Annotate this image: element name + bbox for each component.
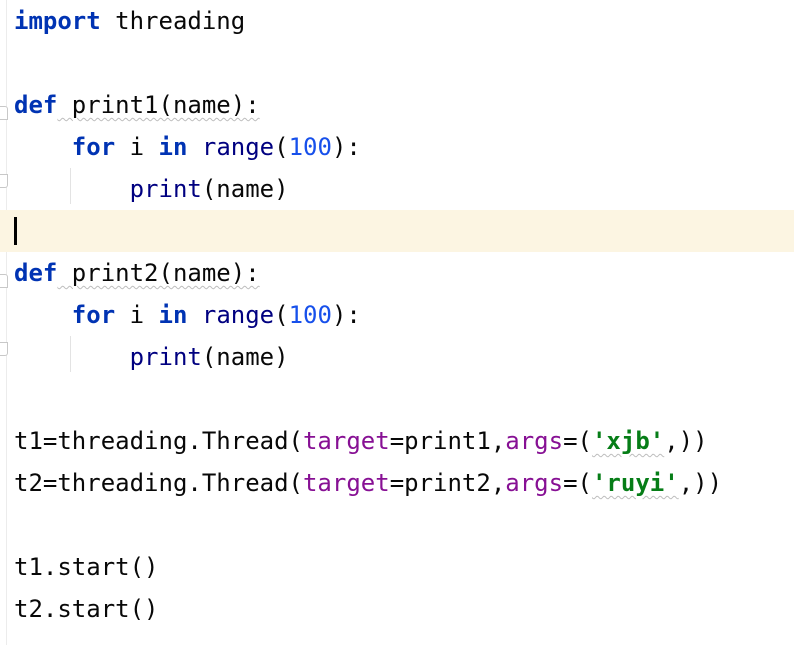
code-token: range bbox=[201, 301, 275, 329]
code-token: =( bbox=[563, 469, 592, 497]
code-token: t2.start() bbox=[14, 595, 159, 623]
code-line[interactable]: print(name) bbox=[0, 336, 794, 378]
code-token: for bbox=[71, 301, 116, 329]
code-token: ,)) bbox=[664, 427, 708, 455]
code-token: def bbox=[14, 259, 58, 287]
code-line[interactable]: for i in range(100): bbox=[0, 294, 794, 336]
code-line-text: import threading bbox=[14, 0, 245, 42]
code-token: def bbox=[14, 91, 58, 119]
code-token: print1(name): bbox=[57, 91, 260, 119]
code-token: 100 bbox=[288, 133, 332, 161]
code-token: =print2, bbox=[389, 469, 506, 497]
code-line-text: t1=threading.Thread(target=print1,args=(… bbox=[14, 420, 708, 462]
code-token: i bbox=[115, 133, 159, 161]
code-token: t1.start() bbox=[14, 553, 159, 581]
code-token: print bbox=[129, 175, 202, 203]
code-token: target bbox=[302, 427, 390, 455]
code-token: (name) bbox=[201, 343, 289, 371]
code-token: ): bbox=[331, 133, 361, 161]
code-line-text: t2.start() bbox=[14, 588, 159, 630]
code-line[interactable]: for i in range(100): bbox=[0, 126, 794, 168]
fold-open-icon[interactable] bbox=[0, 274, 8, 288]
text-caret bbox=[14, 217, 17, 245]
code-token: print2(name): bbox=[57, 259, 260, 287]
code-line[interactable]: import threading bbox=[0, 0, 794, 42]
code-token: =print1, bbox=[389, 427, 506, 455]
fold-close-icon[interactable] bbox=[0, 174, 8, 188]
code-token: print bbox=[129, 343, 202, 371]
code-token: ): bbox=[331, 301, 361, 329]
fold-close-icon[interactable] bbox=[0, 342, 8, 356]
code-token: ,)) bbox=[678, 469, 723, 497]
code-editor[interactable]: import threading def print1(name): for i … bbox=[0, 0, 794, 645]
fold-open-icon[interactable] bbox=[0, 106, 8, 120]
code-line[interactable]: t1.start() bbox=[0, 546, 794, 588]
code-token: range bbox=[201, 133, 275, 161]
code-token: t1=threading.Thread( bbox=[14, 427, 303, 455]
code-line[interactable]: t2=threading.Thread(target=print2,args=(… bbox=[0, 462, 794, 504]
code-token: for bbox=[71, 133, 116, 161]
code-line[interactable] bbox=[0, 42, 794, 84]
code-line-text: def print2(name): bbox=[14, 252, 260, 294]
code-line-text: t2=threading.Thread(target=print2,args=(… bbox=[14, 462, 722, 504]
code-token: threading bbox=[100, 7, 246, 35]
code-token: args bbox=[505, 469, 564, 497]
code-line-text: print(name) bbox=[14, 336, 289, 378]
code-line[interactable] bbox=[0, 210, 794, 252]
code-line[interactable] bbox=[0, 378, 794, 420]
code-token: i bbox=[115, 301, 159, 329]
code-line-text: for i in range(100): bbox=[14, 294, 361, 336]
code-token: 'xjb' bbox=[591, 427, 665, 455]
code-token: t2=threading.Thread( bbox=[14, 469, 303, 497]
code-token: ( bbox=[274, 133, 289, 161]
code-line-text: t1.start() bbox=[14, 546, 159, 588]
code-token: ( bbox=[274, 301, 289, 329]
code-token: (name) bbox=[201, 175, 289, 203]
code-token: target bbox=[302, 469, 390, 497]
code-line[interactable]: def print1(name): bbox=[0, 84, 794, 126]
code-token: 100 bbox=[288, 301, 332, 329]
code-token: in bbox=[158, 301, 188, 329]
code-token: =( bbox=[563, 427, 592, 455]
code-line[interactable] bbox=[0, 504, 794, 546]
code-line[interactable]: t2.start() bbox=[0, 588, 794, 630]
code-line[interactable]: print(name) bbox=[0, 168, 794, 210]
code-line-text: def print1(name): bbox=[14, 84, 260, 126]
code-line[interactable]: def print2(name): bbox=[0, 252, 794, 294]
code-line-text: for i in range(100): bbox=[14, 126, 361, 168]
code-token: 'ruyi' bbox=[591, 469, 679, 497]
code-line-text: print(name) bbox=[14, 168, 289, 210]
code-token: import bbox=[14, 7, 101, 35]
code-token: in bbox=[158, 133, 188, 161]
code-token: args bbox=[505, 427, 564, 455]
code-line[interactable]: t1=threading.Thread(target=print1,args=(… bbox=[0, 420, 794, 462]
